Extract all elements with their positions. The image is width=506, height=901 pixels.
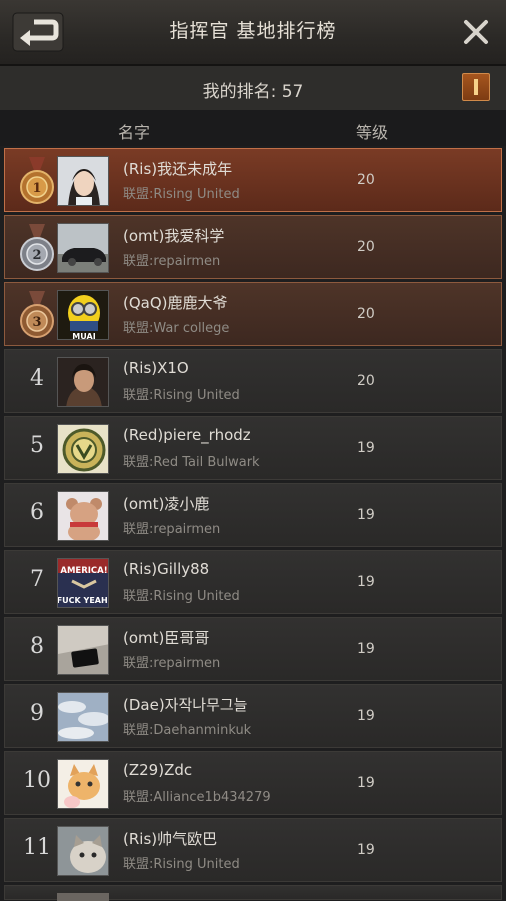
alliance-name: 联盟:War college [123,321,230,336]
avatar[interactable] [57,491,109,541]
rank-number: 9 [30,701,44,726]
player-level: 19 [357,775,375,791]
player-level: 19 [357,507,375,523]
alliance-name: 联盟:repairmen [123,254,221,269]
avatar-caption: FUCK YEAH! [58,596,109,605]
leaderboard-row[interactable]: 1 (Ris)我还未成年 联盟:Rising United 20 [4,148,502,212]
player-name: (omt)我爱科学 [123,227,225,245]
leaderboard-row[interactable]: 6 (omt)凌小鹿 联盟:repairmen 19 [4,483,502,547]
rank-number: 10 [23,768,51,793]
info-button[interactable] [462,73,490,101]
alliance-name: 联盟:Rising United [123,589,240,604]
player-level: 19 [357,641,375,657]
rank-number: 6 [30,500,44,525]
avatar[interactable] [57,826,109,876]
bronze-medal-icon: 3 [20,291,54,338]
player-level: 19 [357,574,375,590]
player-level: 19 [357,708,375,724]
avatar[interactable] [57,625,109,675]
header-bar: 指挥官 基地排行榜 [0,0,506,66]
player-name: (Dae)자작나무그늘 [123,696,248,714]
leaderboard-row[interactable] [4,885,502,901]
page-title: 指挥官 基地排行榜 [169,20,337,42]
alliance-name: 联盟:Alliance1b434279 [123,790,271,805]
leaderboard-row[interactable]: 2 (omt)我爱科学 联盟:repairmen 20 [4,215,502,279]
player-name: (QaQ)鹿鹿大爷 [123,294,228,312]
player-name: (Ris)Gilly88 [123,560,210,578]
leaderboard-row[interactable]: 11 (Ris)帅气欧巴 联盟:Rising United 19 [4,818,502,882]
rank-number: 4 [30,366,44,391]
alliance-name: 联盟:Rising United [123,388,240,403]
avatar-caption: MUAI [72,332,95,340]
avatar[interactable] [57,156,109,206]
silver-medal-icon: 2 [20,224,54,271]
leaderboard-row[interactable]: 3 MUAI (QaQ)鹿鹿大爷 联盟:War college 20 [4,282,502,346]
avatar[interactable] [57,424,109,474]
avatar[interactable] [57,692,109,742]
alliance-name: 联盟:Rising United [123,857,240,872]
column-level: 等级 [356,123,389,142]
avatar[interactable]: MUAI [57,290,109,340]
rank-number: 7 [30,567,44,592]
column-headers: 名字 等级 [0,110,506,146]
alliance-name: 联盟:Daehanminkuk [123,723,252,738]
leaderboard-row[interactable]: 10 (Z29)Zdc 联盟:Alliance1b434279 19 [4,751,502,815]
gold-medal-icon: 1 [20,157,54,204]
avatar[interactable]: AMERICA! FUCK YEAH! [57,558,109,608]
medal-rank: 1 [32,181,41,196]
rank-number: 5 [30,433,44,458]
leaderboard-row[interactable]: 7 AMERICA! FUCK YEAH! (Ris)Gilly88 联盟:Ri… [4,550,502,614]
player-name: (omt)凌小鹿 [123,495,210,513]
my-rank-label: 我的排名: 57 [202,82,304,102]
medal-rank: 3 [32,315,41,330]
close-icon[interactable] [460,16,492,48]
medal-rank: 2 [32,248,41,263]
player-name: (Ris)X1O [123,359,189,377]
leaderboard-row[interactable]: 8 (omt)臣哥哥 联盟:repairmen 19 [4,617,502,681]
leaderboard-row[interactable]: 9 (Dae)자작나무그늘 联盟:Daehanminkuk 19 [4,684,502,748]
leaderboard-row[interactable]: 4 (Ris)X1O 联盟:Rising United 20 [4,349,502,413]
avatar[interactable] [57,223,109,273]
leaderboard-row[interactable]: 5 (Red)piere_rhodz 联盟:Red Tail Bulwark 1… [4,416,502,480]
player-level: 20 [357,373,375,389]
alliance-name: 联盟:repairmen [123,522,221,537]
avatar[interactable] [57,759,109,809]
player-name: (Ris)帅气欧巴 [123,830,218,848]
player-name: (omt)臣哥哥 [123,629,210,647]
alliance-name: 联盟:Rising United [123,187,240,202]
player-name: (Red)piere_rhodz [123,426,251,444]
column-name: 名字 [118,123,151,142]
alliance-name: 联盟:repairmen [123,656,221,671]
rank-number: 8 [30,634,44,659]
my-rank-bar: 我的排名: 57 [0,66,506,111]
alliance-name: 联盟:Red Tail Bulwark [123,455,260,470]
player-level: 20 [357,172,375,188]
player-name: (Ris)我还未成年 [123,160,233,178]
info-icon [474,79,478,95]
player-level: 20 [357,239,375,255]
rank-number: 11 [23,835,51,860]
avatar[interactable] [57,357,109,407]
player-name: (Z29)Zdc [123,761,193,779]
avatar-caption: AMERICA! [60,566,107,576]
player-level: 19 [357,842,375,858]
player-level: 20 [357,306,375,322]
player-level: 19 [357,440,375,456]
